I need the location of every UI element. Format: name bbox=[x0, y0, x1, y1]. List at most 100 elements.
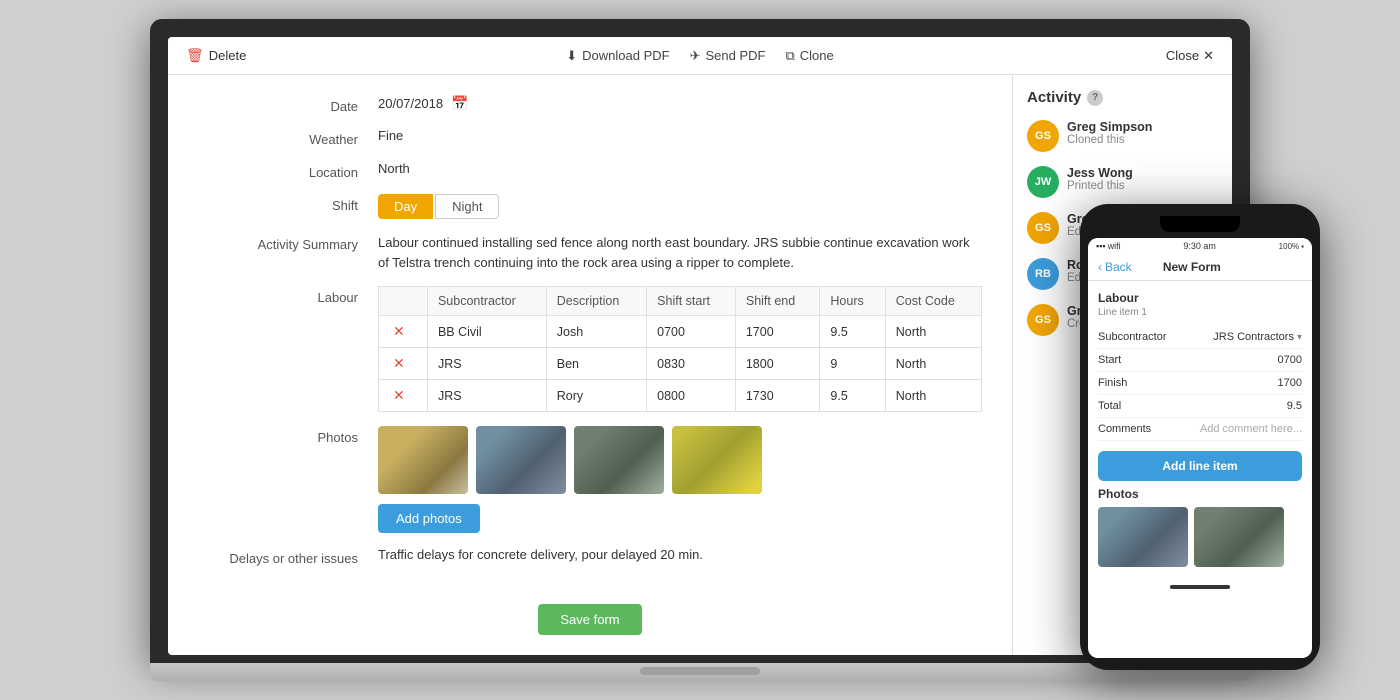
weather-value: Fine bbox=[378, 128, 982, 143]
activity-info: Jess Wong Printed this bbox=[1067, 166, 1218, 192]
phone-section-title: Labour bbox=[1098, 291, 1302, 305]
toolbar-right: Close ✕ bbox=[834, 48, 1214, 64]
delete-row-cell: ✕ bbox=[379, 348, 428, 380]
calendar-icon[interactable]: 📅 bbox=[451, 95, 468, 112]
delete-row-button[interactable]: ✕ bbox=[389, 323, 409, 340]
battery-label: 100% bbox=[1279, 242, 1299, 251]
main-layout: Date 20/07/2018 📅 Weather Fine bbox=[168, 75, 1232, 655]
avatar: GS bbox=[1027, 120, 1059, 152]
avatar: GS bbox=[1027, 212, 1059, 244]
date-value: 20/07/2018 bbox=[378, 96, 443, 111]
send-pdf-button[interactable]: ✈ Send PDF bbox=[690, 48, 766, 64]
shift-start-cell: 0700 bbox=[647, 316, 736, 348]
avatar: RB bbox=[1027, 258, 1059, 290]
avatar: GS bbox=[1027, 304, 1059, 336]
table-header-row: Subcontractor Description Shift start Sh… bbox=[379, 287, 982, 316]
close-button[interactable]: Close ✕ bbox=[1166, 48, 1214, 64]
labour-table: Subcontractor Description Shift start Sh… bbox=[378, 286, 982, 412]
delete-row-button[interactable]: ✕ bbox=[389, 355, 409, 372]
cost-code-cell: North bbox=[885, 380, 981, 412]
activity-name: Greg Simpson bbox=[1067, 120, 1218, 134]
help-icon[interactable]: ? bbox=[1087, 90, 1103, 106]
shift-night-button[interactable]: Night bbox=[435, 194, 499, 219]
clone-label: Clone bbox=[800, 48, 834, 63]
back-label: Back bbox=[1105, 260, 1132, 274]
battery-icon: ▪ bbox=[1301, 242, 1304, 251]
phone-add-line-item-button[interactable]: Add line item bbox=[1098, 451, 1302, 481]
location-label: Location bbox=[198, 161, 378, 180]
activity-item: GS Greg Simpson Cloned this bbox=[1027, 120, 1218, 152]
delete-button[interactable]: 🗑 Delete bbox=[186, 47, 246, 64]
table-row: ✕ JRS Ben 0830 1800 9 North bbox=[379, 348, 982, 380]
photo-3[interactable] bbox=[574, 426, 664, 494]
shift-row: Shift Day Night bbox=[198, 194, 982, 219]
col-subcontractor-header: Subcontractor bbox=[427, 287, 546, 316]
laptop-screen-inner: 🗑 Delete ⬇ Download PDF ✈ Send PDF bbox=[168, 37, 1232, 655]
photo-1[interactable] bbox=[378, 426, 468, 494]
col-shift-start: Shift start bbox=[647, 287, 736, 316]
delete-label: Delete bbox=[209, 48, 247, 63]
close-icon: ✕ bbox=[1203, 48, 1214, 64]
phone-photo-2[interactable] bbox=[1194, 507, 1284, 567]
phone-total-row: Total 9.5 bbox=[1098, 395, 1302, 418]
phone-photos-row bbox=[1098, 507, 1302, 567]
photo-2[interactable] bbox=[476, 426, 566, 494]
weather-row: Weather Fine bbox=[198, 128, 982, 147]
avatar: JW bbox=[1027, 166, 1059, 198]
wifi-icon: wifi bbox=[1108, 241, 1121, 251]
phone-total-label: Total bbox=[1098, 400, 1121, 412]
chevron-left-icon: ‹ bbox=[1098, 260, 1102, 274]
phone-start-row: Start 0700 bbox=[1098, 349, 1302, 372]
activity-summary-row: Activity Summary Labour continued instal… bbox=[198, 233, 982, 272]
shift-end-cell: 1800 bbox=[735, 348, 820, 380]
shift-end-cell: 1700 bbox=[735, 316, 820, 348]
description-cell: Ben bbox=[546, 348, 646, 380]
shift-end-cell: 1730 bbox=[735, 380, 820, 412]
phone-start-value: 0700 bbox=[1278, 354, 1302, 366]
activity-info: Greg Simpson Cloned this bbox=[1067, 120, 1218, 146]
phone: ▪▪▪ wifi 9:30 am 100% ▪ ‹ Back New Form bbox=[1080, 204, 1320, 670]
phone-finish-row: Finish 1700 bbox=[1098, 372, 1302, 395]
photo-4[interactable] bbox=[672, 426, 762, 494]
cost-code-cell: North bbox=[885, 348, 981, 380]
send-pdf-label: Send PDF bbox=[706, 48, 766, 63]
toolbar-center: ⬇ Download PDF ✈ Send PDF ⧉ Clone bbox=[566, 48, 834, 64]
shift-buttons: Day Night bbox=[378, 194, 982, 219]
download-pdf-label: Download PDF bbox=[582, 48, 669, 63]
subcontractor-cell: JRS bbox=[427, 348, 546, 380]
phone-status-icons: 100% ▪ bbox=[1279, 242, 1304, 251]
shift-value: Day Night bbox=[378, 194, 982, 219]
toolbar: 🗑 Delete ⬇ Download PDF ✈ Send PDF bbox=[168, 37, 1232, 75]
phone-nav-title: New Form bbox=[1163, 260, 1221, 274]
phone-home-indicator[interactable] bbox=[1170, 585, 1230, 589]
phone-finish-label: Finish bbox=[1098, 377, 1127, 389]
save-form-button[interactable]: Save form bbox=[538, 604, 641, 635]
col-cost-code: Cost Code bbox=[885, 287, 981, 316]
delete-row-cell: ✕ bbox=[379, 380, 428, 412]
clone-button[interactable]: ⧉ Clone bbox=[785, 48, 833, 64]
location-value: North bbox=[378, 161, 982, 176]
phone-section-sub: Line item 1 bbox=[1098, 307, 1302, 318]
col-shift-end: Shift end bbox=[735, 287, 820, 316]
description-cell: Rory bbox=[546, 380, 646, 412]
activity-title: Activity ? bbox=[1027, 89, 1218, 106]
photos-row bbox=[378, 426, 982, 494]
shift-day-button[interactable]: Day bbox=[378, 194, 433, 219]
download-pdf-button[interactable]: ⬇ Download PDF bbox=[566, 48, 669, 64]
phone-total-value: 9.5 bbox=[1287, 400, 1302, 412]
shift-start-cell: 0800 bbox=[647, 380, 736, 412]
phone-comments-row: Comments Add comment here... bbox=[1098, 418, 1302, 441]
phone-comments-label: Comments bbox=[1098, 423, 1151, 435]
activity-action: Cloned this bbox=[1067, 134, 1218, 146]
form-area: Date 20/07/2018 📅 Weather Fine bbox=[168, 75, 1012, 655]
phone-photo-1[interactable] bbox=[1098, 507, 1188, 567]
activity-summary-label: Activity Summary bbox=[198, 233, 378, 252]
subcontractor-cell: JRS bbox=[427, 380, 546, 412]
add-photos-button[interactable]: Add photos bbox=[378, 504, 480, 533]
toolbar-left: 🗑 Delete bbox=[186, 47, 566, 64]
signal-bars: ▪▪▪ bbox=[1096, 241, 1106, 251]
phone-signal: ▪▪▪ wifi bbox=[1096, 241, 1121, 251]
phone-start-label: Start bbox=[1098, 354, 1121, 366]
phone-back-button[interactable]: ‹ Back bbox=[1098, 260, 1132, 274]
delete-row-button[interactable]: ✕ bbox=[389, 387, 409, 404]
